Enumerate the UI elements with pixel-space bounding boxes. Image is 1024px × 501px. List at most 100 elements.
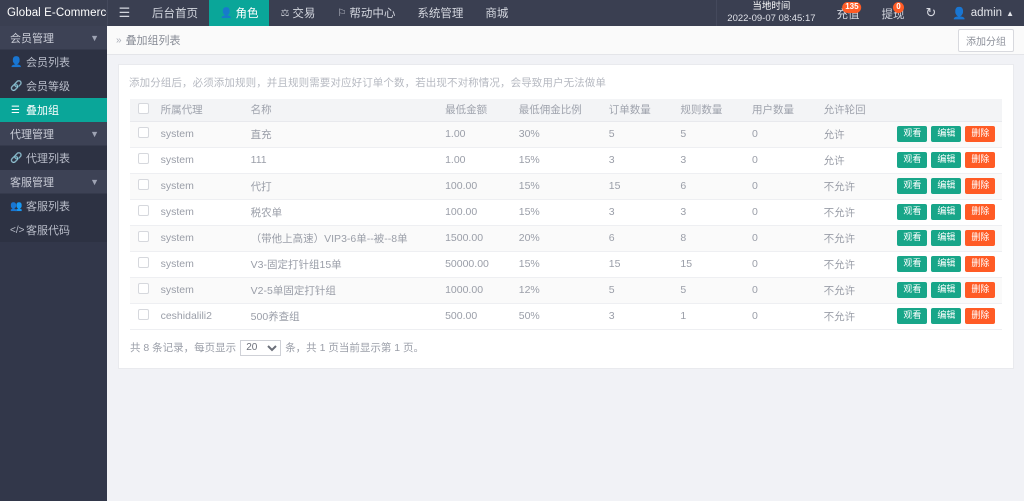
edit-button[interactable]: 编辑 — [931, 308, 961, 324]
sidebar-group-support[interactable]: 客服管理 ▼ — [0, 170, 107, 194]
column-header-users[interactable]: 用户数量 — [748, 99, 820, 121]
row-checkbox[interactable] — [138, 283, 149, 294]
edit-button[interactable]: 编辑 — [931, 178, 961, 194]
page-size-select[interactable]: 2050100 — [240, 340, 281, 356]
cell-name: 111 — [247, 147, 441, 173]
row-checkbox[interactable] — [138, 127, 149, 138]
row-checkbox[interactable] — [138, 309, 149, 320]
cell-actions: 观看编辑删除 — [893, 225, 1002, 251]
page-title: 叠加组列表 — [126, 32, 181, 48]
user-icon: 👤 — [220, 8, 232, 19]
delete-button[interactable]: 删除 — [965, 152, 995, 168]
table-row[interactable]: ceshidalili2500养查组500.0050%310不允许观看编辑删除 — [130, 303, 1002, 329]
delete-button[interactable]: 删除 — [965, 178, 995, 194]
select-all-checkbox[interactable] — [138, 103, 149, 114]
user-menu[interactable]: 👤 admin ▲ — [946, 0, 1024, 26]
sidebar-toggle-button[interactable]: ☰ — [107, 0, 141, 26]
edit-button[interactable]: 编辑 — [931, 126, 961, 142]
table-row[interactable]: system（带他上高速）VIP3-6单--被--8单1500.0020%680… — [130, 225, 1002, 251]
view-button[interactable]: 观看 — [897, 256, 927, 272]
sidebar-item-member-level[interactable]: 🔗 会员等级 — [0, 74, 107, 98]
user-icon: 👤 — [10, 57, 21, 68]
stack-group-table: 所属代理 名称 最低金额 最低佣金比例 订单数量 规则数量 用户数量 允许轮回 … — [130, 99, 1002, 330]
sidebar-item-support-code-label: 客服代码 — [26, 222, 70, 238]
column-header-agent[interactable]: 所属代理 — [157, 99, 247, 121]
view-button[interactable]: 观看 — [897, 282, 927, 298]
table-row[interactable]: system代打100.0015%1560不允许观看编辑删除 — [130, 173, 1002, 199]
add-group-button[interactable]: 添加分组 — [958, 29, 1014, 52]
cell-rules: 1 — [676, 303, 748, 329]
view-button[interactable]: 观看 — [897, 178, 927, 194]
sidebar-group-support-label: 客服管理 — [10, 174, 90, 190]
delete-button[interactable]: 删除 — [965, 126, 995, 142]
column-header-rules[interactable]: 规则数量 — [676, 99, 748, 121]
view-button[interactable]: 观看 — [897, 308, 927, 324]
nav-item-trade[interactable]: ⚖ 交易 — [269, 0, 326, 26]
view-button[interactable]: 观看 — [897, 204, 927, 220]
column-header-min-rate[interactable]: 最低佣金比例 — [515, 99, 605, 121]
sidebar-item-stack-group-label: 叠加组 — [26, 102, 59, 118]
refresh-button[interactable]: ↻ — [916, 0, 947, 26]
delete-button[interactable]: 删除 — [965, 230, 995, 246]
delete-button[interactable]: 删除 — [965, 256, 995, 272]
nav-item-system[interactable]: 系统管理 — [406, 0, 474, 26]
delete-button[interactable]: 删除 — [965, 308, 995, 324]
app-brand: Global E-Commerce... — [0, 0, 107, 26]
column-header-name[interactable]: 名称 — [247, 99, 441, 121]
sidebar-item-member-list[interactable]: 👤 会员列表 — [0, 50, 107, 74]
cell-agent: system — [157, 121, 247, 147]
sidebar-item-agent-list[interactable]: 🔗 代理列表 — [0, 146, 107, 170]
cell-min-rate: 12% — [515, 277, 605, 303]
cell-actions: 观看编辑删除 — [893, 121, 1002, 147]
row-checkbox[interactable] — [138, 153, 149, 164]
row-checkbox[interactable] — [138, 231, 149, 242]
chevron-down-icon: ▼ — [90, 33, 99, 43]
sidebar-item-agent-list-label: 代理列表 — [26, 150, 70, 166]
cell-orders: 15 — [605, 251, 677, 277]
cell-min-rate: 20% — [515, 225, 605, 251]
sidebar-item-support-list[interactable]: 👥 客服列表 — [0, 194, 107, 218]
sidebar-item-stack-group[interactable]: ☰ 叠加组 — [0, 98, 107, 122]
sidebar-group-member-label: 会员管理 — [10, 30, 90, 46]
row-checkbox[interactable] — [138, 205, 149, 216]
cell-name: 直充 — [247, 121, 441, 147]
row-checkbox[interactable] — [138, 179, 149, 190]
row-checkbox[interactable] — [138, 257, 149, 268]
table-row[interactable]: system直充1.0030%550允许观看编辑删除 — [130, 121, 1002, 147]
table-row[interactable]: system1111.0015%330允许观看编辑删除 — [130, 147, 1002, 173]
cell-actions: 观看编辑删除 — [893, 251, 1002, 277]
row-select-cell — [130, 173, 157, 199]
edit-button[interactable]: 编辑 — [931, 256, 961, 272]
column-header-actions — [893, 99, 1002, 121]
recharge-button[interactable]: 135 充值 — [826, 0, 871, 26]
column-header-orders[interactable]: 订单数量 — [605, 99, 677, 121]
cell-min-rate: 15% — [515, 173, 605, 199]
nav-item-help-center[interactable]: ⚐ 帮动中心 — [326, 0, 406, 26]
cell-min-amount: 1.00 — [441, 147, 515, 173]
recharge-badge: 135 — [842, 2, 861, 13]
edit-button[interactable]: 编辑 — [931, 152, 961, 168]
nav-item-role[interactable]: 👤 角色 — [209, 0, 269, 26]
sidebar-item-support-code[interactable]: </> 客服代码 — [0, 218, 107, 242]
nav-item-home[interactable]: 后台首页 — [141, 0, 209, 26]
view-button[interactable]: 观看 — [897, 126, 927, 142]
cell-orders: 15 — [605, 173, 677, 199]
table-row[interactable]: systemV3-固定打针组15单50000.0015%15150不允许观看编辑… — [130, 251, 1002, 277]
sidebar-group-agent[interactable]: 代理管理 ▼ — [0, 122, 107, 146]
edit-button[interactable]: 编辑 — [931, 204, 961, 220]
nav-item-mall[interactable]: 商城 — [474, 0, 519, 26]
sidebar-group-agent-label: 代理管理 — [10, 126, 90, 142]
column-header-cycle[interactable]: 允许轮回 — [820, 99, 894, 121]
table-row[interactable]: systemV2-5单固定打针组1000.0012%550不允许观看编辑删除 — [130, 277, 1002, 303]
view-button[interactable]: 观看 — [897, 152, 927, 168]
delete-button[interactable]: 删除 — [965, 282, 995, 298]
edit-button[interactable]: 编辑 — [931, 282, 961, 298]
view-button[interactable]: 观看 — [897, 230, 927, 246]
withdraw-button[interactable]: 0 提现 — [871, 0, 916, 26]
sidebar-group-member[interactable]: 会员管理 ▼ — [0, 26, 107, 50]
cell-actions: 观看编辑删除 — [893, 173, 1002, 199]
column-header-min-amount[interactable]: 最低金额 — [441, 99, 515, 121]
table-row[interactable]: system税农单100.0015%330不允许观看编辑删除 — [130, 199, 1002, 225]
delete-button[interactable]: 删除 — [965, 204, 995, 220]
edit-button[interactable]: 编辑 — [931, 230, 961, 246]
